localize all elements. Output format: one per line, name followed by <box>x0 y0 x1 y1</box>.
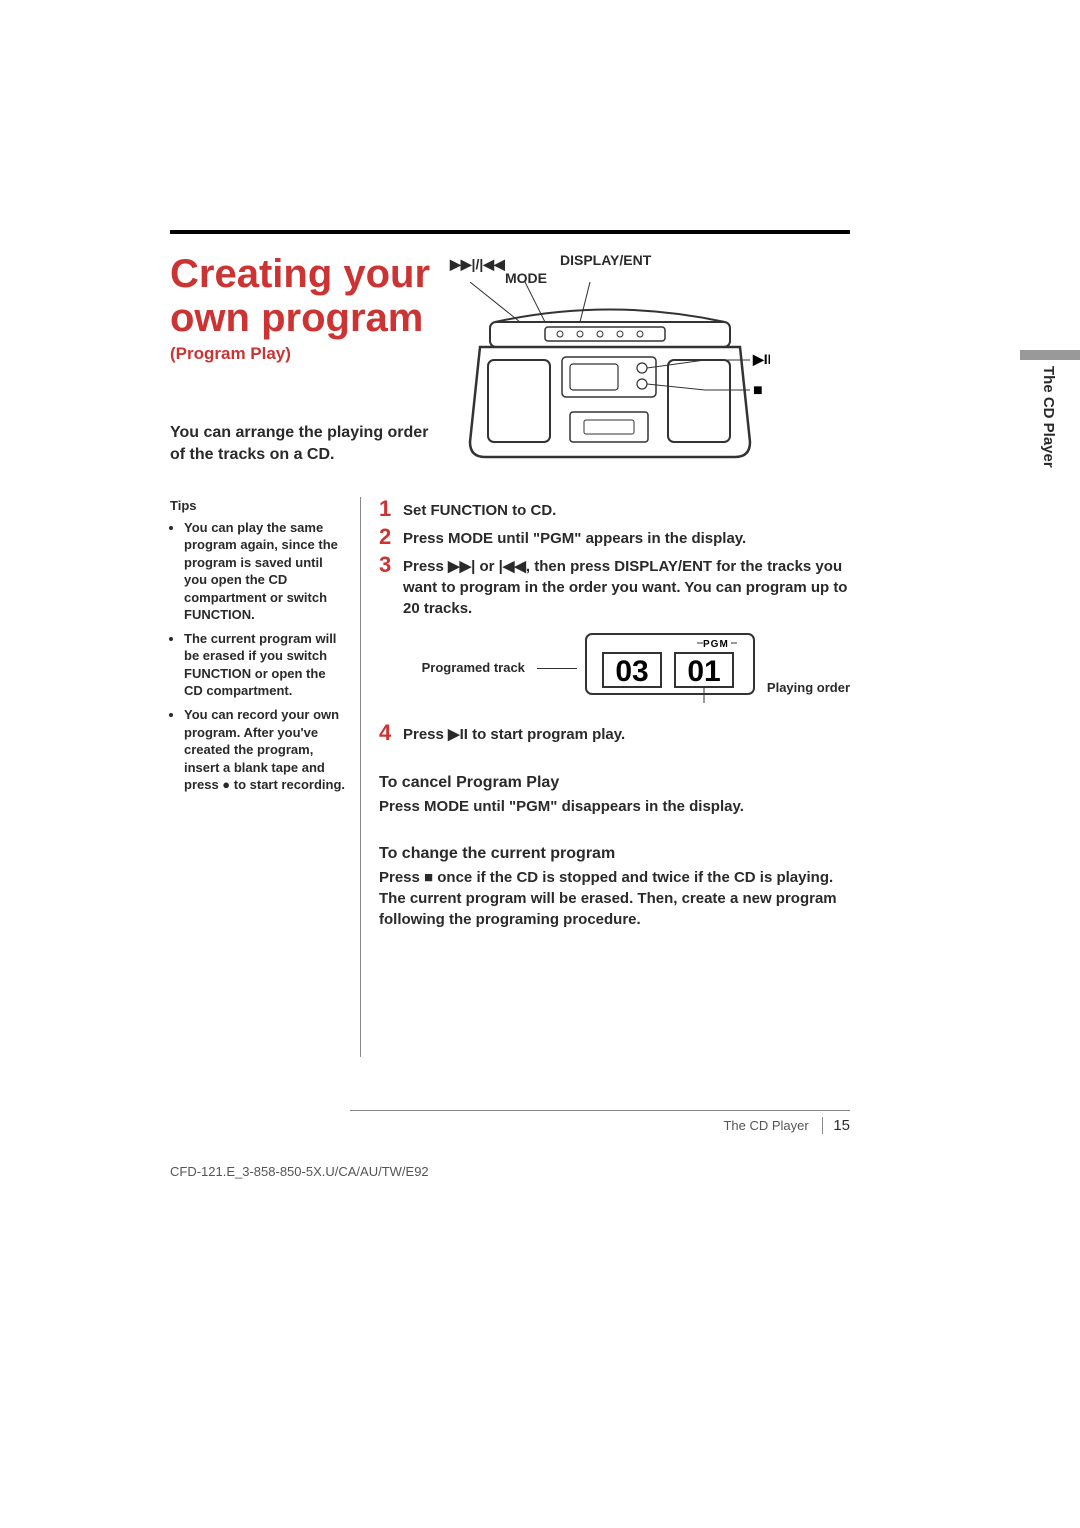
step-text: Press ▶▶| or |◀◀, then press DISPLAY/ENT… <box>403 553 850 619</box>
side-tab-label: The CD Player <box>1040 366 1057 468</box>
step-text: Press ▶II to start program play. <box>403 721 625 745</box>
footer-page-number: 15 <box>822 1117 850 1134</box>
cancel-body: Press MODE until "PGM" disappears in the… <box>379 796 850 817</box>
change-body: Press ■ once if the CD is stopped and tw… <box>379 867 850 930</box>
step-number: 3 <box>379 553 403 577</box>
step-3: 3 Press ▶▶| or |◀◀, then press DISPLAY/E… <box>379 553 850 619</box>
lcd-left-digits: 03 <box>615 655 648 688</box>
step-number: 4 <box>379 721 403 745</box>
callout-stop-icon: ■ <box>753 382 763 399</box>
change-heading: To change the current program <box>379 843 850 865</box>
lcd-example: Programed track PGM 03 01 Playing or <box>379 633 850 703</box>
side-tab-bar <box>1020 350 1080 360</box>
lcd-leader-line <box>537 668 577 669</box>
side-tab: The CD Player <box>1020 350 1080 468</box>
page-title: Creating your own program <box>170 252 450 340</box>
tip-item: You can record your own program. After y… <box>184 706 345 794</box>
lcd-pgm-label: PGM <box>703 639 729 650</box>
label-display-ent: DISPLAY/ENT <box>560 252 651 268</box>
tips-column: Tips You can play the same program again… <box>170 497 360 1057</box>
tip-item: You can play the same program again, sin… <box>184 519 345 624</box>
top-rule <box>170 230 850 234</box>
page-footer: The CD Player 15 CFD-121.E_3-858-850-5X.… <box>170 1100 850 1179</box>
label-ff-rew: ▶▶|/|◀◀ <box>450 256 505 273</box>
title-line1: Creating your <box>170 252 430 296</box>
step-1: 1 Set FUNCTION to CD. <box>379 497 850 521</box>
steps-column: 1 Set FUNCTION to CD. 2 Press MODE until… <box>360 497 850 1057</box>
lcd-display-illustration: PGM 03 01 <box>585 633 755 703</box>
step-number: 2 <box>379 525 403 549</box>
intro-text: You can arrange the playing order of the… <box>170 422 430 465</box>
device-diagram: ▶▶|/|◀◀ DISPLAY/ENT MODE <box>450 252 850 472</box>
title-line2: own program <box>170 296 423 340</box>
lcd-right-caption: Playing order <box>763 679 850 697</box>
step-4: 4 Press ▶II to start program play. <box>379 721 850 745</box>
step-text: Set FUNCTION to CD. <box>403 497 556 521</box>
boombox-illustration: ▶II ■ <box>450 282 770 472</box>
step-2: 2 Press MODE until "PGM" appears in the … <box>379 525 850 549</box>
step-text: Press MODE until "PGM" appears in the di… <box>403 525 746 549</box>
footer-doc-code: CFD-121.E_3-858-850-5X.U/CA/AU/TW/E92 <box>170 1164 850 1179</box>
step-number: 1 <box>379 497 403 521</box>
tips-heading: Tips <box>170 497 345 515</box>
tip-item: The current program will be erased if yo… <box>184 630 345 700</box>
callout-play-icon: ▶II <box>752 351 770 367</box>
lcd-left-caption: Programed track <box>422 659 529 677</box>
page-subtitle: (Program Play) <box>170 344 450 364</box>
cancel-heading: To cancel Program Play <box>379 772 850 794</box>
label-mode: MODE <box>505 270 547 286</box>
lcd-right-digits: 01 <box>687 655 720 688</box>
footer-section: The CD Player <box>723 1118 808 1133</box>
